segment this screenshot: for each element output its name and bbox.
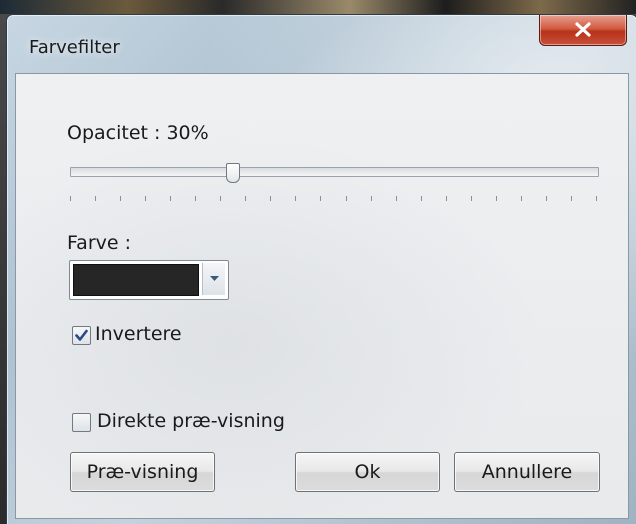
slider-tick <box>70 196 71 201</box>
window-title: Farvefilter <box>29 37 120 58</box>
direct-preview-label[interactable]: Direkte præ-visning <box>97 410 285 432</box>
slider-tick <box>596 196 597 201</box>
slider-tick <box>496 196 497 201</box>
slider-tick <box>95 196 96 201</box>
opacity-slider-track[interactable] <box>70 167 599 177</box>
preview-button[interactable]: Præ-visning <box>70 452 215 492</box>
color-dropdown-button[interactable] <box>202 263 225 295</box>
cancel-button[interactable]: Annullere <box>454 452 600 492</box>
slider-tick <box>270 196 271 201</box>
color-swatch <box>73 264 199 296</box>
slider-tick <box>170 196 171 201</box>
checkmark-icon <box>75 329 88 341</box>
chevron-down-icon <box>210 276 219 281</box>
dialog-body: Opacitet : 30% Farve : Invertere Direkte… <box>15 73 629 519</box>
slider-tick <box>220 196 221 201</box>
invert-label[interactable]: Invertere <box>95 323 182 345</box>
slider-tick <box>346 196 347 201</box>
slider-tick <box>521 196 522 201</box>
slider-tick <box>421 196 422 201</box>
slider-tick <box>371 196 372 201</box>
slider-tick <box>145 196 146 201</box>
slider-tick <box>295 196 296 201</box>
title-bar[interactable]: Farvefilter <box>7 15 636 69</box>
slider-tick <box>546 196 547 201</box>
slider-tick <box>120 196 121 201</box>
direct-preview-checkbox[interactable] <box>72 413 91 432</box>
slider-tick <box>446 196 447 201</box>
opacity-slider-ticks <box>70 196 597 202</box>
close-button[interactable] <box>539 15 627 46</box>
slider-tick <box>396 196 397 201</box>
desktop-background <box>0 0 636 14</box>
slider-tick <box>320 196 321 201</box>
close-icon <box>575 22 591 37</box>
slider-tick <box>195 196 196 201</box>
opacity-label: Opacitet : 30% <box>67 122 209 144</box>
color-label: Farve : <box>67 232 132 254</box>
ok-button[interactable]: Ok <box>295 452 440 492</box>
farvefilter-dialog: Farvefilter Opacitet : 30% Farve : Inver… <box>6 14 636 524</box>
opacity-slider-thumb[interactable] <box>226 163 240 183</box>
color-dropdown[interactable] <box>69 260 229 300</box>
invert-checkbox[interactable] <box>72 326 91 345</box>
slider-tick <box>245 196 246 201</box>
slider-tick <box>571 196 572 201</box>
slider-tick <box>471 196 472 201</box>
